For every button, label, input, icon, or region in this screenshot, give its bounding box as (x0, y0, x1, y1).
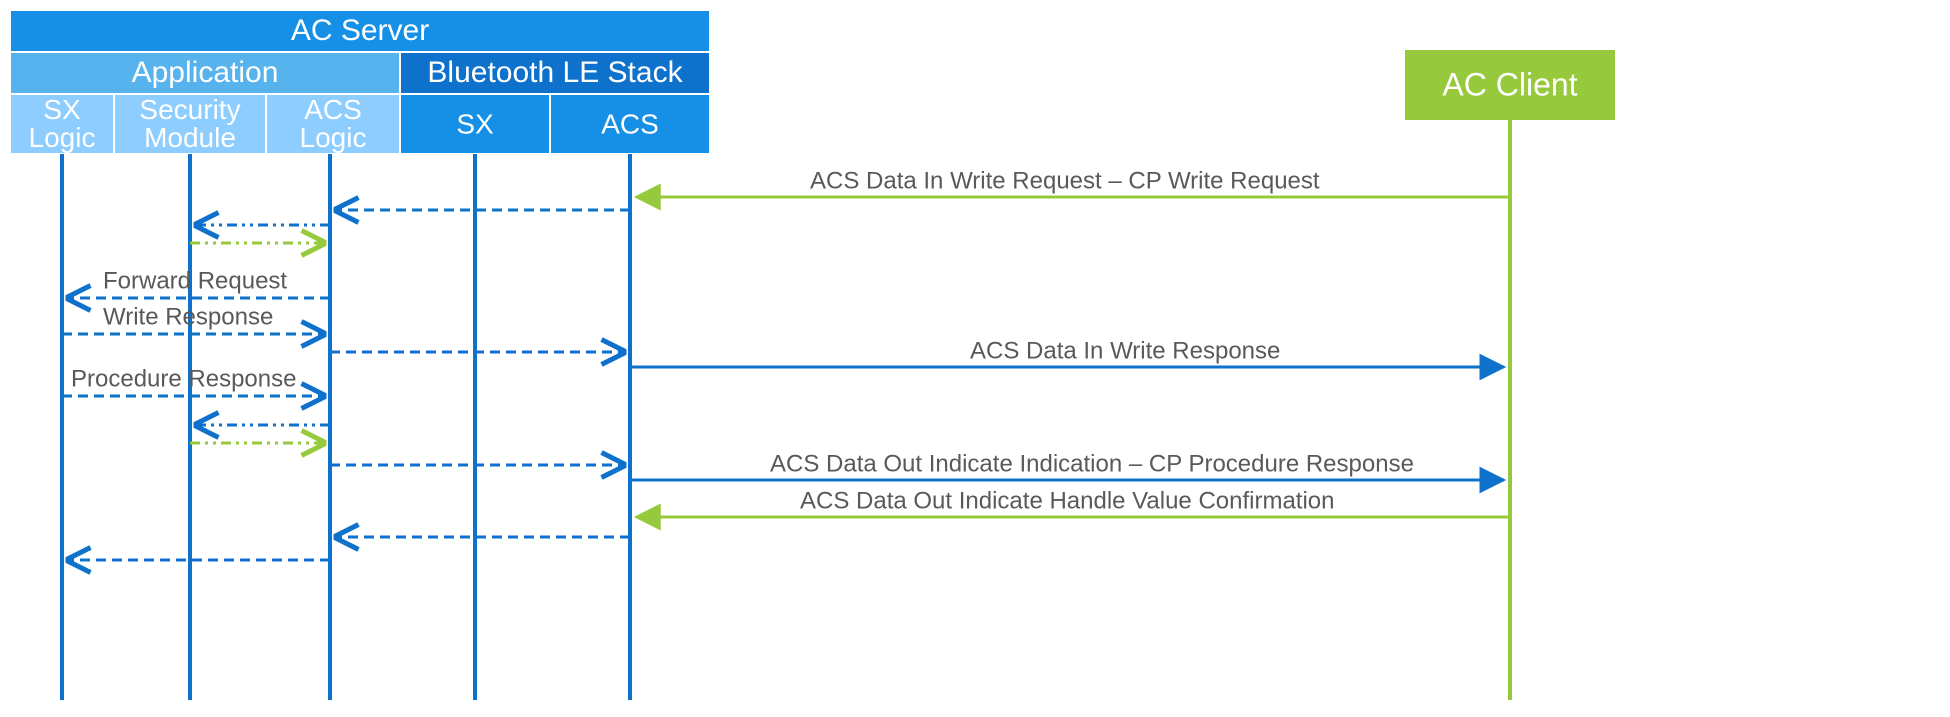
participant-acs-label: ACS (601, 108, 659, 139)
participant-acs-logic-l2: Logic (300, 122, 367, 153)
header-application-label: Application (132, 56, 279, 89)
participant-acs-logic-l1: ACS (304, 94, 362, 125)
msg-write-response-internal-label: Write Response (103, 303, 273, 330)
sequence-diagram: AC Server Application Bluetooth LE Stack… (0, 0, 1950, 717)
msg-write-request-label: ACS Data In Write Request – CP Write Req… (810, 167, 1320, 194)
participant-security-l2: Module (144, 122, 236, 153)
msg-write-response-label: ACS Data In Write Response (970, 337, 1280, 364)
participant-sx-logic-l1: SX (43, 94, 81, 125)
msg-indication-label: ACS Data Out Indicate Indication – CP Pr… (770, 450, 1414, 477)
msg-forward-request-label: Forward Request (103, 267, 287, 294)
svg-text:Logic: Logic (300, 122, 367, 153)
participant-sx-logic-l2: Logic (29, 122, 96, 153)
msg-procedure-response-label: Procedure Response (71, 365, 296, 392)
participant-sx-label: SX (456, 108, 494, 139)
svg-text:Module: Module (144, 122, 236, 153)
header-server-label: AC Server (291, 14, 429, 47)
svg-text:Security: Security (139, 94, 240, 125)
header-ble-label: Bluetooth LE Stack (427, 56, 683, 89)
msg-confirmation-label: ACS Data Out Indicate Handle Value Confi… (800, 487, 1335, 514)
svg-text:ACS: ACS (304, 94, 362, 125)
svg-text:Logic: Logic (29, 122, 96, 153)
participant-client-label: AC Client (1442, 66, 1577, 102)
svg-text:SX: SX (43, 94, 81, 125)
participant-security-l1: Security (139, 94, 240, 125)
